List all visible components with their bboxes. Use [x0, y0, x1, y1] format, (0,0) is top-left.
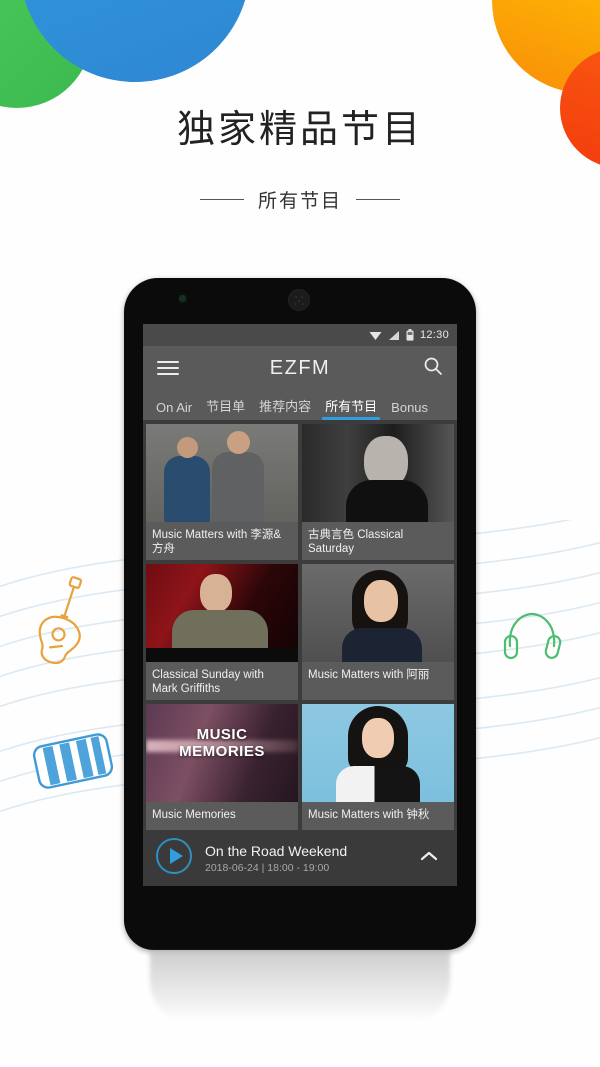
program-thumbnail — [302, 704, 454, 802]
phone-mockup: 12:30 EZFM On Air 节目单 推荐内容 所有节目 Bonus Mu… — [124, 278, 476, 950]
program-thumbnail: MUSIC MEMORIES — [146, 704, 298, 802]
program-thumbnail — [302, 564, 454, 662]
page-subtitle: 所有节目 — [257, 191, 342, 212]
tab-on-air[interactable]: On Air — [149, 400, 199, 420]
player-bar: On the Road Weekend 2018-06-24 | 18:00 -… — [143, 830, 457, 886]
program-grid: Music Matters with 李源&方舟 古典言色 Classical … — [143, 420, 457, 840]
rule-left — [199, 199, 244, 200]
program-card[interactable]: Music Matters with 钟秋 — [302, 704, 454, 840]
status-bar: 12:30 — [143, 324, 457, 346]
program-card[interactable]: Music Matters with 阿丽 — [302, 564, 454, 700]
thumbnail-text: MUSIC MEMORIES — [179, 726, 265, 760]
program-title: Classical Sunday with Mark Griffiths — [152, 669, 264, 695]
program-card[interactable]: Music Matters with 李源&方舟 — [146, 424, 298, 560]
program-title: Music Matters with 阿丽 — [308, 669, 430, 681]
chevron-up-icon[interactable] — [413, 843, 445, 874]
player-info: On the Road Weekend 2018-06-24 | 18:00 -… — [205, 842, 401, 875]
search-icon[interactable] — [423, 356, 443, 381]
tab-recommend[interactable]: 推荐内容 — [252, 396, 318, 420]
program-thumbnail — [302, 424, 454, 522]
player-schedule: 2018-06-24 | 18:00 - 19:00 — [205, 861, 330, 874]
program-thumbnail — [146, 564, 298, 662]
program-card[interactable]: Classical Sunday with Mark Griffiths — [146, 564, 298, 700]
piano-keys-icon — [30, 730, 116, 797]
app-title: EZFM — [269, 356, 331, 379]
signal-icon — [388, 330, 400, 341]
earpiece-speaker-icon — [288, 289, 310, 311]
battery-icon — [406, 329, 414, 341]
rule-right — [356, 199, 400, 200]
program-title: Music Matters with 李源&方舟 — [152, 529, 282, 555]
app-bar: EZFM — [143, 346, 457, 390]
hamburger-menu-icon[interactable] — [157, 361, 179, 375]
tab-bar: On Air 节目单 推荐内容 所有节目 Bonus — [143, 390, 457, 420]
phone-screen: 12:30 EZFM On Air 节目单 推荐内容 所有节目 Bonus Mu… — [143, 324, 457, 886]
tab-all-programs[interactable]: 所有节目 — [318, 396, 384, 420]
subtitle-row: 所有节目 — [0, 186, 600, 213]
headphones-icon — [500, 608, 564, 671]
player-title: On the Road Weekend — [205, 842, 348, 859]
status-time: 12:30 — [419, 329, 449, 341]
phone-reflection — [150, 952, 450, 1022]
program-card[interactable]: 古典言色 Classical Saturday — [302, 424, 454, 560]
page-root: 独家精品节目 所有节目 12:30 EZFM On Air 节目单 推荐内容 所… — [0, 0, 600, 1067]
phone-top-bezel — [124, 278, 476, 324]
wifi-icon — [369, 330, 382, 341]
play-icon[interactable] — [155, 837, 193, 880]
program-title: 古典言色 Classical Saturday — [308, 529, 404, 555]
tab-schedule[interactable]: 节目单 — [199, 396, 252, 420]
page-title: 独家精品节目 — [176, 109, 423, 151]
program-thumbnail — [146, 424, 298, 522]
front-camera-icon — [179, 295, 186, 302]
guitar-icon — [30, 575, 102, 672]
tab-bonus[interactable]: Bonus — [384, 400, 435, 420]
program-card[interactable]: MUSIC MEMORIES Music Memories — [146, 704, 298, 840]
